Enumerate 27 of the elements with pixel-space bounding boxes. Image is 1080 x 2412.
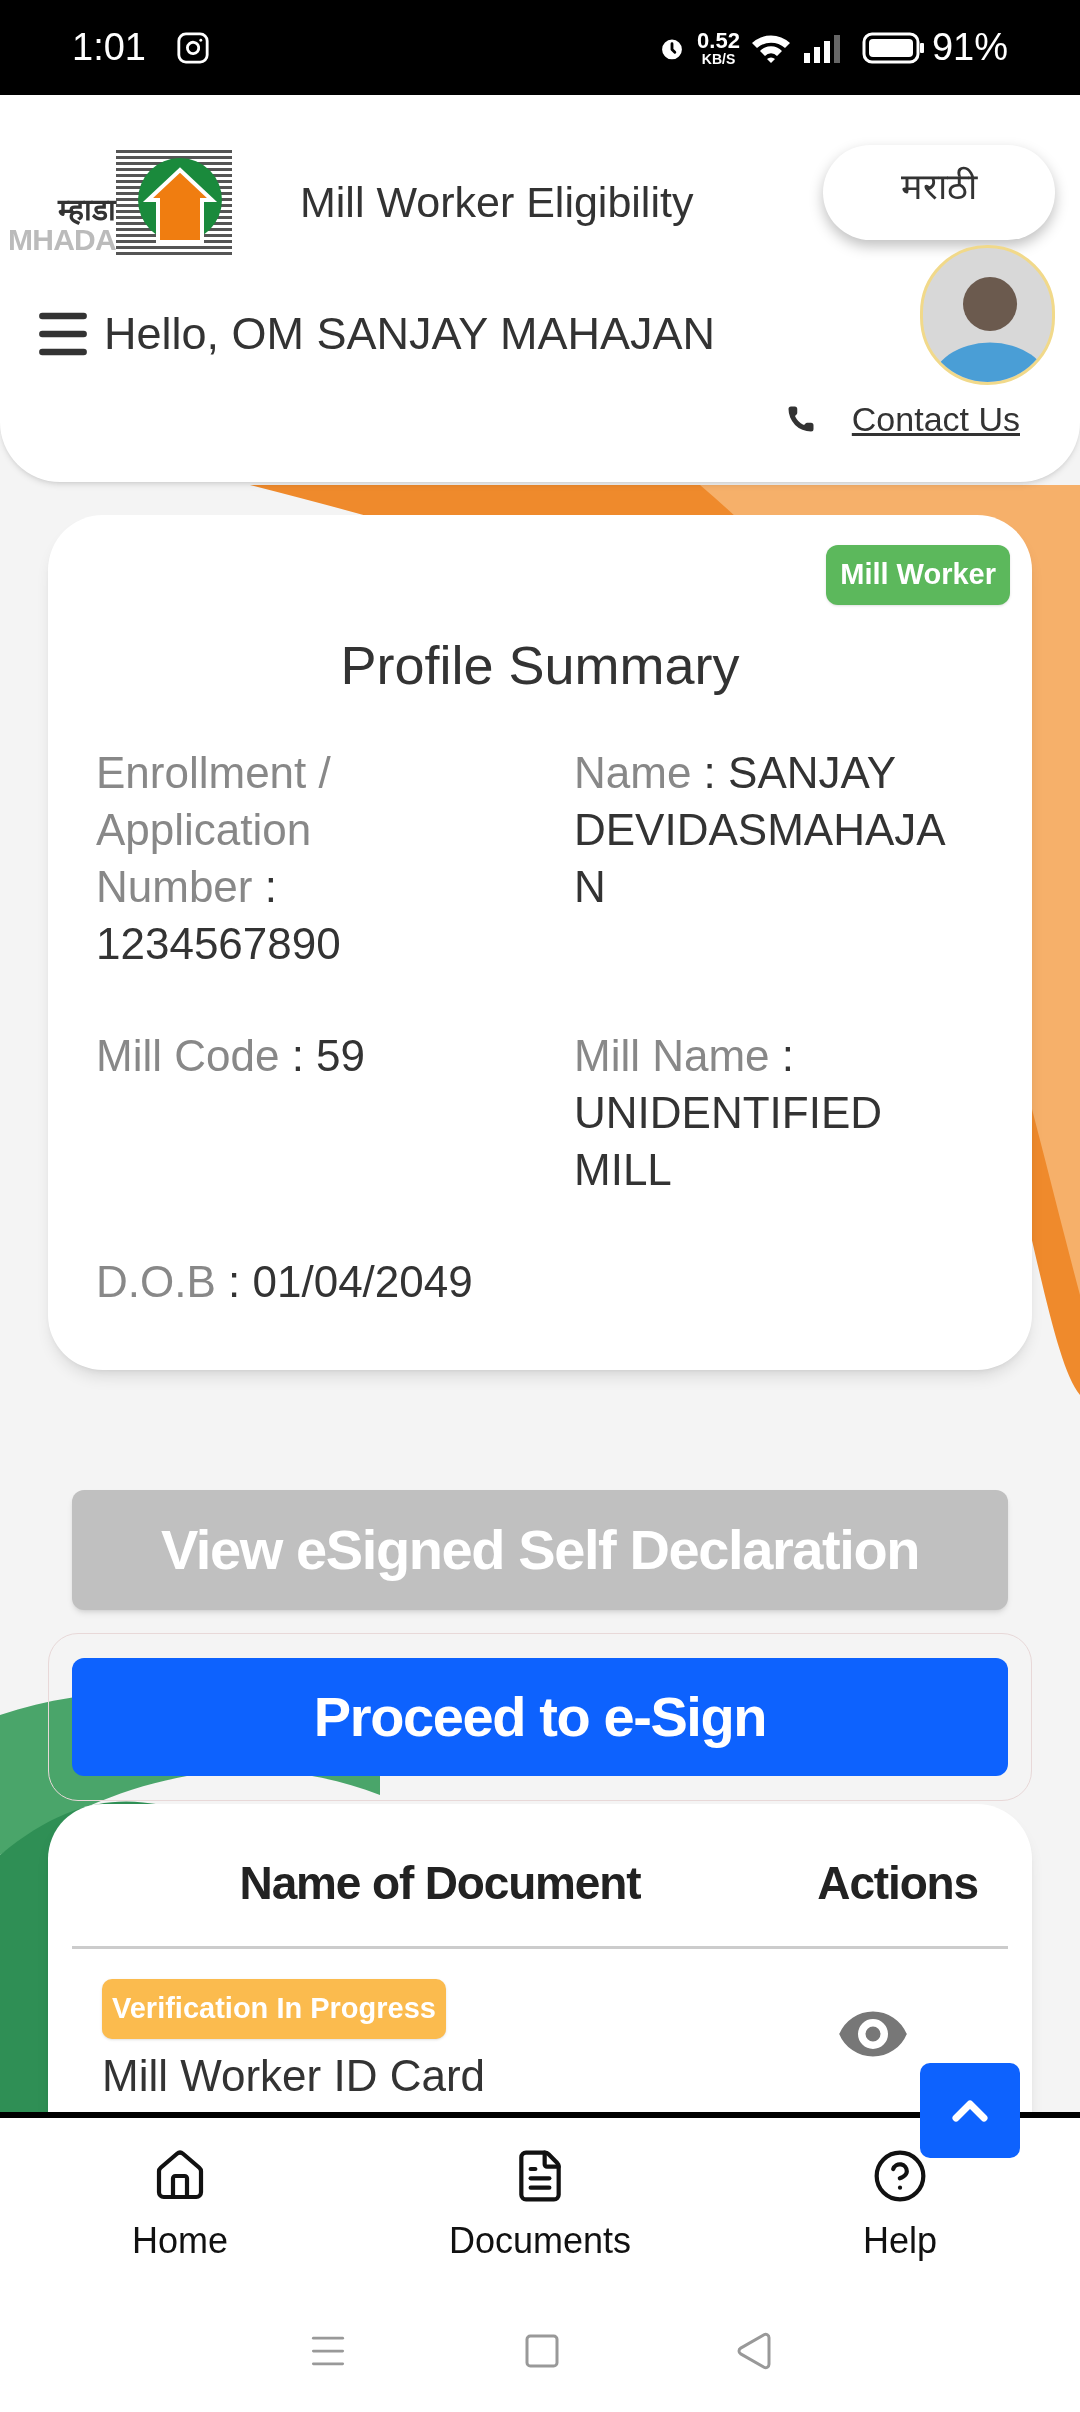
profile-field: Mill Code : 59	[96, 1027, 476, 1198]
column-header: Name of Document	[238, 1856, 642, 1911]
contact-link[interactable]: Contact Us	[851, 393, 1020, 445]
battery-icon	[861, 31, 926, 64]
nav-item[interactable]: Documents	[360, 2118, 720, 2290]
network-speed: 0.52 KB/S	[697, 29, 740, 66]
help-icon	[872, 2148, 928, 2204]
profile-field: Enrollment / Application Number : 1234567890	[96, 744, 476, 972]
clock-time: 1:01	[72, 25, 146, 70]
document-name: Mill Worker ID Card	[102, 2049, 485, 2102]
column-header: Actions	[816, 1856, 979, 1911]
profile-field: Name : SANJAY DEVIDASMAHAJAN	[574, 744, 970, 972]
nav-item[interactable]: Help	[720, 2118, 1080, 2290]
profile-field: Mill Name : UNIDENTIFIED MILL	[574, 1027, 970, 1198]
camera-app-icon	[175, 30, 210, 65]
logo: म्हाडा MHADA	[8, 150, 248, 255]
role-badge: Mill Worker	[826, 545, 1010, 605]
language-button[interactable]: मराठी	[823, 145, 1055, 240]
status-badge: Verification In Progress	[102, 1979, 446, 2039]
profile-field: D.O.B : 01/04/2049	[96, 1253, 476, 1310]
scroll-top-button[interactable]	[920, 2063, 1020, 2158]
nav-item[interactable]: Home	[0, 2118, 360, 2290]
card-title: Profile Summary	[339, 634, 741, 697]
greeting: Hello, OM SANJAY MAHAJAN	[104, 307, 715, 361]
esign-button[interactable]: Proceed to e-Sign	[72, 1658, 1008, 1776]
battery-level: 91%	[931, 25, 1008, 70]
app-title: Mill Worker Eligibility	[300, 177, 694, 229]
